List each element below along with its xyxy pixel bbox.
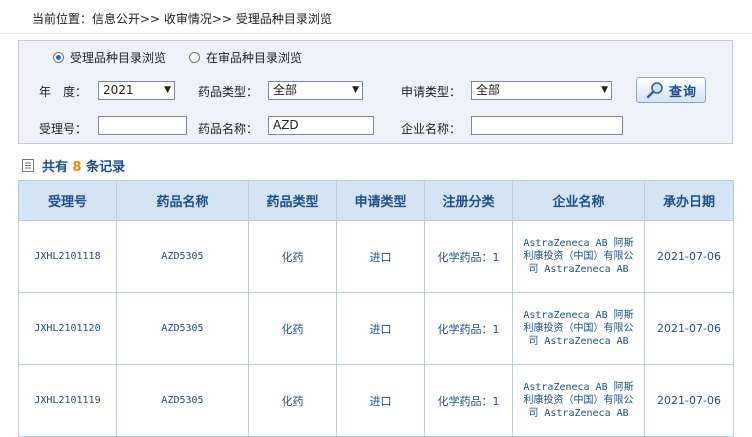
company-name-label: 企业名称： — [401, 122, 462, 136]
cell-accept-no[interactable]: JXHL2101118 — [18, 220, 117, 293]
radio-unselected-icon — [189, 52, 200, 63]
cell-date: 2021-07-06 — [644, 292, 734, 365]
accept-no-label: 受理号： — [39, 122, 88, 136]
column-header-drug-type[interactable]: 药品类型 — [248, 180, 337, 221]
cell-registration-class: 化学药品：1 — [424, 220, 513, 293]
drug-type-select[interactable]: 全部 ▼ — [268, 81, 363, 100]
cell-registration-class: 化学药品：1 — [424, 292, 513, 365]
apply-type-select[interactable]: 全部 ▼ — [471, 81, 612, 100]
table-row: JXHL2101118 AZD5305 化药 进口 化学药品：1 AstraZe… — [18, 220, 734, 293]
radio-accepted-label: 受理品种目录浏览 — [70, 51, 167, 65]
column-header-company[interactable]: 企业名称 — [512, 180, 645, 221]
table-header-row: 受理号 药品名称 药品类型 申请类型 注册分类 企业名称 承办日期 — [18, 180, 734, 221]
accept-no-input[interactable] — [98, 116, 187, 135]
cell-drug-name: AZD5305 — [116, 292, 249, 365]
cell-accept-no[interactable]: JXHL2101120 — [18, 292, 117, 365]
chevron-down-icon: ▼ — [601, 85, 608, 95]
list-icon — [22, 159, 34, 172]
cell-company: AstraZeneca AB 阿斯利康投资（中国）有限公司 AstraZenec… — [512, 220, 645, 293]
record-count-suffix: 条记录 — [86, 160, 126, 175]
results-table: 受理号 药品名称 药品类型 申请类型 注册分类 企业名称 承办日期 JXHL21… — [18, 180, 734, 437]
radio-accepted-catalog[interactable]: 受理品种目录浏览 — [53, 49, 166, 66]
apply-type-label: 申请类型： — [401, 85, 462, 99]
drug-type-select-value: 全部 — [273, 83, 298, 97]
cell-company: AstraZeneca AB 阿斯利康投资（中国）有限公司 AstraZenec… — [512, 364, 645, 437]
column-header-accept-no[interactable]: 受理号 — [18, 180, 117, 221]
year-select[interactable]: 2021 ▼ — [98, 81, 175, 100]
column-header-apply-type[interactable]: 申请类型 — [336, 180, 425, 221]
drug-type-label: 药品类型： — [198, 85, 259, 99]
cell-company: AstraZeneca AB 阿斯利康投资（中国）有限公司 AstraZenec… — [512, 292, 645, 365]
drug-name-input[interactable]: AZD — [268, 116, 374, 135]
radio-selected-icon — [53, 52, 64, 63]
chevron-down-icon: ▼ — [164, 85, 171, 95]
apply-type-select-value: 全部 — [476, 83, 501, 97]
search-panel: 受理品种目录浏览 在审品种目录浏览 年 度： 2021 ▼ 药品类型： 全部 ▼… — [18, 40, 733, 144]
search-button-label: 查询 — [668, 84, 697, 100]
record-summary: 共有 8 条记录 — [22, 156, 125, 175]
record-count-number: 8 — [72, 160, 82, 175]
breadcrumb: 当前位置：信息公开>> 收审情况>> 受理品种目录浏览 — [32, 12, 332, 26]
table-row: JXHL2101119 AZD5305 化药 进口 化学药品：1 AstraZe… — [18, 364, 734, 437]
breadcrumb-divider — [0, 33, 752, 34]
chevron-down-icon: ▼ — [352, 85, 359, 95]
column-header-drug-name[interactable]: 药品名称 — [116, 180, 249, 221]
cell-apply-type: 进口 — [336, 364, 425, 437]
year-select-value: 2021 — [103, 83, 134, 97]
cell-drug-name: AZD5305 — [116, 364, 249, 437]
column-header-registration-class[interactable]: 注册分类 — [424, 180, 513, 221]
radio-review-catalog[interactable]: 在审品种目录浏览 — [189, 49, 302, 66]
record-count-prefix: 共有 — [42, 160, 69, 175]
cell-drug-name: AZD5305 — [116, 220, 249, 293]
breadcrumb-bar: 当前位置：信息公开>> 收审情况>> 受理品种目录浏览 — [0, 0, 752, 34]
cell-drug-type: 化药 — [248, 220, 337, 293]
drug-name-label: 药品名称： — [198, 122, 259, 136]
radio-review-label: 在审品种目录浏览 — [206, 51, 303, 65]
cell-drug-type: 化药 — [248, 292, 337, 365]
table-row: JXHL2101120 AZD5305 化药 进口 化学药品：1 AstraZe… — [18, 292, 734, 365]
company-name-input[interactable] — [471, 116, 623, 135]
cell-date: 2021-07-06 — [644, 364, 734, 437]
cell-date: 2021-07-06 — [644, 220, 734, 293]
magnifier-icon — [646, 82, 663, 99]
cell-apply-type: 进口 — [336, 292, 425, 365]
cell-drug-type: 化药 — [248, 364, 337, 437]
record-count-text: 共有 8 条记录 — [42, 156, 125, 175]
search-button[interactable]: 查询 — [636, 77, 706, 103]
year-label: 年 度： — [39, 85, 88, 99]
column-header-date[interactable]: 承办日期 — [644, 180, 734, 221]
cell-registration-class: 化学药品：1 — [424, 364, 513, 437]
cell-accept-no[interactable]: JXHL2101119 — [18, 364, 117, 437]
cell-apply-type: 进口 — [336, 220, 425, 293]
